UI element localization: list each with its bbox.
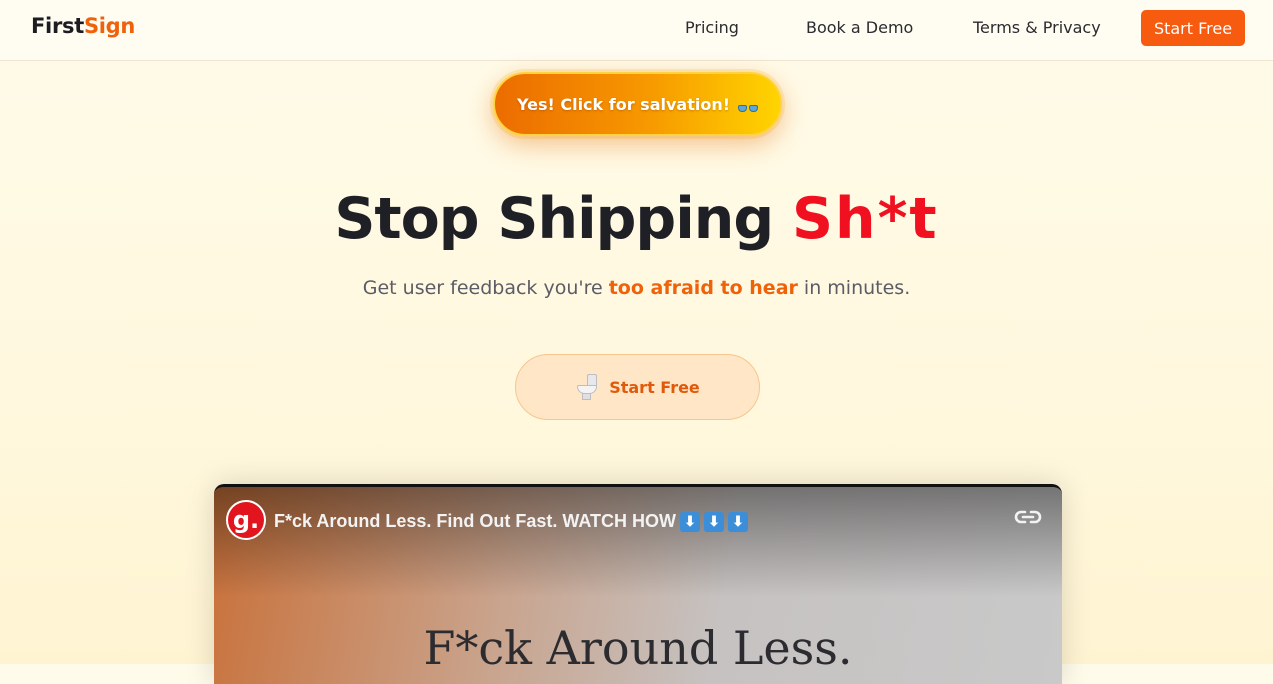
sub-after: in minutes.	[797, 277, 911, 299]
nav-start-free-button[interactable]: Start Free	[1141, 10, 1245, 46]
top-nav: FirstSign Pricing Book a Demo Terms & Pr…	[0, 0, 1273, 61]
nav-link-book-demo[interactable]: Book a Demo	[806, 18, 913, 37]
headline-accent: Sh*t	[791, 186, 939, 252]
nav-link-terms-privacy[interactable]: Terms & Privacy	[973, 18, 1101, 37]
salvation-button[interactable]: Yes! Click for salvation!	[493, 72, 782, 136]
logo-first: First	[31, 14, 84, 38]
video-top-shade	[214, 487, 1062, 597]
toilet-icon	[575, 373, 599, 401]
hero-headline: Stop Shipping Sh*t	[0, 186, 1273, 252]
down-arrow-icon: ⬇	[680, 511, 701, 532]
nav-link-pricing[interactable]: Pricing	[685, 18, 739, 37]
video-player[interactable]: g. F*ck Around Less. Find Out Fast. WATC…	[214, 484, 1062, 684]
hero-start-free-button[interactable]: Start Free	[515, 354, 760, 420]
logo-sign: Sign	[83, 14, 136, 38]
sub-highlight: too afraid to hear	[608, 277, 798, 299]
video-frame-text: F*ck Around Less.	[423, 621, 853, 675]
channel-avatar[interactable]: g.	[226, 500, 266, 540]
hero-subheadline: Get user feedback you're too afraid to h…	[0, 277, 1273, 299]
headline-main: Stop Shipping	[334, 186, 792, 252]
salvation-label: Yes! Click for salvation!	[516, 94, 731, 114]
sub-before: Get user feedback you're	[362, 277, 609, 299]
logo[interactable]: FirstSign	[31, 14, 135, 38]
down-arrow-icon: ⬇	[728, 511, 749, 532]
eyes-icon	[738, 104, 759, 112]
video-title-text: F*ck Around Less. Find Out Fast. WATCH H…	[274, 511, 677, 531]
cta-label: Start Free	[609, 377, 700, 397]
video-title[interactable]: F*ck Around Less. Find Out Fast. WATCH H…	[274, 511, 749, 532]
down-arrow-icon: ⬇	[704, 511, 725, 532]
link-icon[interactable]	[1012, 505, 1044, 529]
